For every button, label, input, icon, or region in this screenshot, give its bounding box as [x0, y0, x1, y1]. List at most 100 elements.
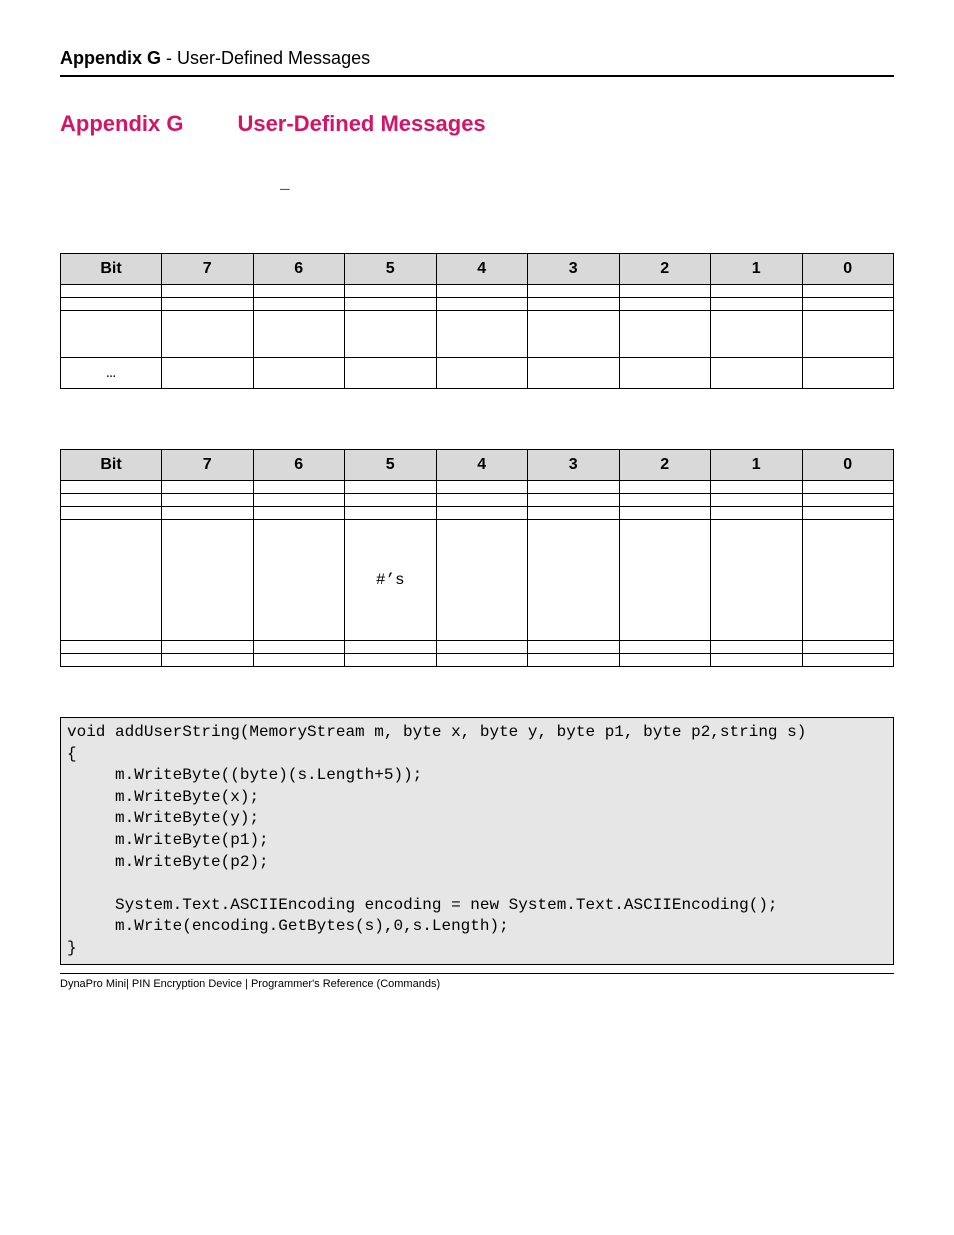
cell: [345, 654, 437, 667]
appendix-title: Appendix GUser-Defined Messages: [60, 111, 894, 137]
cell: [619, 481, 711, 494]
cell: [802, 481, 894, 494]
cell: [345, 641, 437, 654]
cell: [528, 311, 620, 358]
table-row: #’s: [61, 520, 894, 641]
col-header: 1: [711, 450, 803, 481]
cell: [619, 298, 711, 311]
cell: [528, 285, 620, 298]
code-listing: void addUserString(MemoryStream m, byte …: [60, 717, 894, 965]
cell: [61, 641, 162, 654]
cell: [619, 654, 711, 667]
col-header: 3: [528, 254, 620, 285]
col-header: 5: [345, 450, 437, 481]
cell: [253, 285, 345, 298]
running-header-rest: - User-Defined Messages: [161, 48, 370, 68]
cell: [619, 520, 711, 641]
cell: [528, 641, 620, 654]
cell: [802, 298, 894, 311]
cell: [162, 494, 254, 507]
cell: [61, 298, 162, 311]
col-header: Bit: [61, 254, 162, 285]
col-header: 5: [345, 254, 437, 285]
cell: [711, 481, 803, 494]
cell: [619, 311, 711, 358]
cell: [162, 520, 254, 641]
cell: [436, 494, 528, 507]
cell: [711, 654, 803, 667]
cell: [802, 507, 894, 520]
cell: [619, 507, 711, 520]
cell: [162, 298, 254, 311]
cell: [61, 481, 162, 494]
cell: [619, 641, 711, 654]
cell: [711, 494, 803, 507]
cell: [802, 641, 894, 654]
cell: …: [61, 358, 162, 389]
cell: [61, 494, 162, 507]
cell: [528, 494, 620, 507]
col-header: Bit: [61, 450, 162, 481]
cell: [528, 481, 620, 494]
cell: [253, 654, 345, 667]
col-header: 3: [528, 450, 620, 481]
bit-table-1: Bit 7 6 5 4 3 2 1 0: [60, 253, 894, 389]
cell: [619, 358, 711, 389]
cell: [345, 507, 437, 520]
cell: [528, 298, 620, 311]
table-header-row: Bit 7 6 5 4 3 2 1 0: [61, 254, 894, 285]
cell: [436, 285, 528, 298]
cell: [711, 641, 803, 654]
col-header: 2: [619, 254, 711, 285]
col-header: 0: [802, 450, 894, 481]
cell: [802, 358, 894, 389]
cell: [345, 481, 437, 494]
cell: [436, 481, 528, 494]
cell: [61, 311, 162, 358]
running-header: Appendix G - User-Defined Messages: [60, 48, 894, 77]
cell: #’s: [345, 520, 437, 641]
table-row: [61, 494, 894, 507]
table-row: [61, 311, 894, 358]
col-header: 1: [711, 254, 803, 285]
cell: [345, 494, 437, 507]
appendix-label: Appendix G: [60, 111, 183, 136]
table-row: [61, 285, 894, 298]
document-page: Appendix G - User-Defined Messages Appen…: [0, 0, 954, 1010]
cell: [619, 494, 711, 507]
cell: [619, 285, 711, 298]
stray-underscore: _: [280, 175, 894, 193]
cell: [802, 311, 894, 358]
cell: [528, 507, 620, 520]
table-row: [61, 654, 894, 667]
cell: [711, 507, 803, 520]
cell: [253, 507, 345, 520]
cell: [61, 507, 162, 520]
cell: [162, 285, 254, 298]
cell: [253, 520, 345, 641]
cell: [711, 311, 803, 358]
table-header-row: Bit 7 6 5 4 3 2 1 0: [61, 450, 894, 481]
running-header-bold: Appendix G: [60, 48, 161, 68]
cell: [253, 641, 345, 654]
cell: [345, 285, 437, 298]
cell: [162, 654, 254, 667]
cell: [162, 311, 254, 358]
cell: [61, 520, 162, 641]
cell: [162, 641, 254, 654]
table-row: [61, 507, 894, 520]
cell: [528, 358, 620, 389]
col-header: 6: [253, 450, 345, 481]
cell: [711, 298, 803, 311]
cell: [61, 285, 162, 298]
cell: [436, 507, 528, 520]
page-footer: DynaPro Mini| PIN Encryption Device | Pr…: [60, 973, 894, 990]
cell: [711, 358, 803, 389]
cell: [436, 641, 528, 654]
cell: [436, 298, 528, 311]
table-row: …: [61, 358, 894, 389]
table-row: [61, 481, 894, 494]
cell: [345, 311, 437, 358]
col-header: 4: [436, 254, 528, 285]
col-header: 4: [436, 450, 528, 481]
